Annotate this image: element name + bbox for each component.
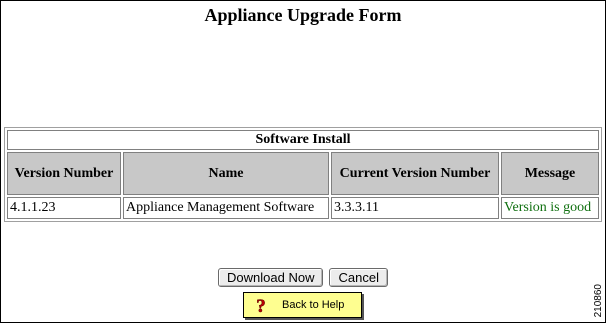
header-name: Name (123, 152, 329, 195)
header-version-number: Version Number (7, 152, 121, 195)
back-to-help-label: Back to Help (282, 299, 345, 311)
header-current-version: Current Version Number (331, 152, 499, 195)
cell-name: Appliance Management Software (123, 197, 329, 219)
table-row: 4.1.1.23 Appliance Management Software 3… (7, 197, 599, 219)
question-mark-icon: ? (252, 296, 270, 318)
cell-current-version: 3.3.3.11 (331, 197, 499, 219)
cancel-button[interactable]: Cancel (329, 268, 388, 287)
figure-id: 210860 (593, 283, 604, 317)
download-now-button[interactable]: Download Now (218, 268, 324, 287)
page-title: Appliance Upgrade Form (204, 5, 402, 25)
svg-text:?: ? (256, 296, 266, 314)
action-buttons: Download Now Cancel (0, 268, 606, 287)
back-to-help-button[interactable]: ? Back to Help (243, 292, 362, 318)
software-install-table: Software Install Version Number Name Cur… (4, 127, 602, 222)
cell-message: Version is good (501, 197, 599, 219)
cell-version-number: 4.1.1.23 (7, 197, 121, 219)
table-caption: Software Install (7, 130, 599, 150)
header-message: Message (501, 152, 599, 195)
